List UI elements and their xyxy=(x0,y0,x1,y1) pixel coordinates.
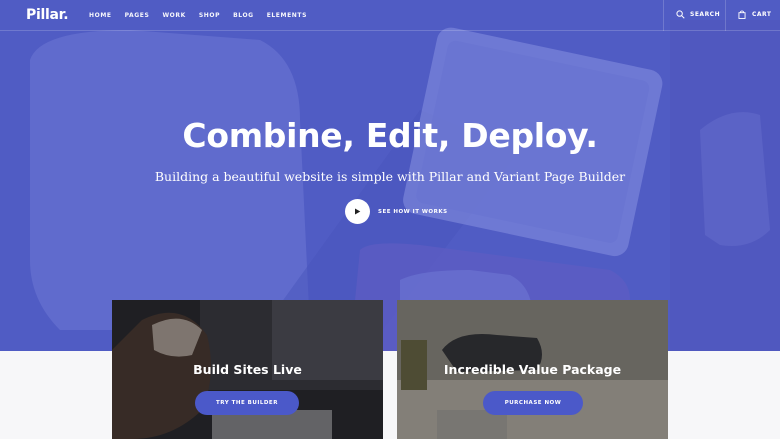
menu-item-blog[interactable]: BLOG xyxy=(233,12,254,19)
cart-link[interactable]: CART xyxy=(738,10,772,19)
hero-section: Pillar. HOME PAGES WORK SHOP BLOG ELEMEN… xyxy=(0,0,780,351)
try-builder-button[interactable]: TRY THE BUILDER xyxy=(195,391,299,415)
hero-headline: Combine, Edit, Deploy. xyxy=(182,116,598,155)
bag-icon xyxy=(738,10,746,19)
main-menu: HOME PAGES WORK SHOP BLOG ELEMENTS xyxy=(89,12,320,19)
menu-item-elements[interactable]: ELEMENTS xyxy=(267,12,307,19)
nav-divider xyxy=(663,0,664,31)
nav-divider xyxy=(725,0,726,31)
card-title: Incredible Value Package xyxy=(443,362,622,377)
menu-item-pages[interactable]: PAGES xyxy=(125,12,150,19)
cart-label: CART xyxy=(752,11,772,18)
video-label[interactable]: SEE HOW IT WORKS xyxy=(378,209,448,215)
feature-card-builder: Build Sites Live TRY THE BUILDER xyxy=(112,300,383,439)
menu-item-work[interactable]: WORK xyxy=(162,12,185,19)
card-title: Build Sites Live xyxy=(193,362,302,377)
search-link[interactable]: SEARCH xyxy=(676,10,720,19)
play-icon xyxy=(355,208,361,215)
brand-logo[interactable]: Pillar. xyxy=(26,7,69,23)
play-button[interactable] xyxy=(345,199,370,224)
menu-item-shop[interactable]: SHOP xyxy=(199,12,220,19)
video-trigger[interactable]: SEE HOW IT WORKS xyxy=(345,199,448,224)
search-label: SEARCH xyxy=(690,11,721,18)
search-icon xyxy=(676,10,685,19)
menu-item-home[interactable]: HOME xyxy=(89,12,112,19)
purchase-now-button[interactable]: PURCHASE NOW xyxy=(483,391,583,415)
feature-card-package: Incredible Value Package PURCHASE NOW xyxy=(397,300,668,439)
hero-subheadline: Building a beautiful website is simple w… xyxy=(154,169,626,184)
top-navigation: Pillar. HOME PAGES WORK SHOP BLOG ELEMEN… xyxy=(0,0,780,31)
